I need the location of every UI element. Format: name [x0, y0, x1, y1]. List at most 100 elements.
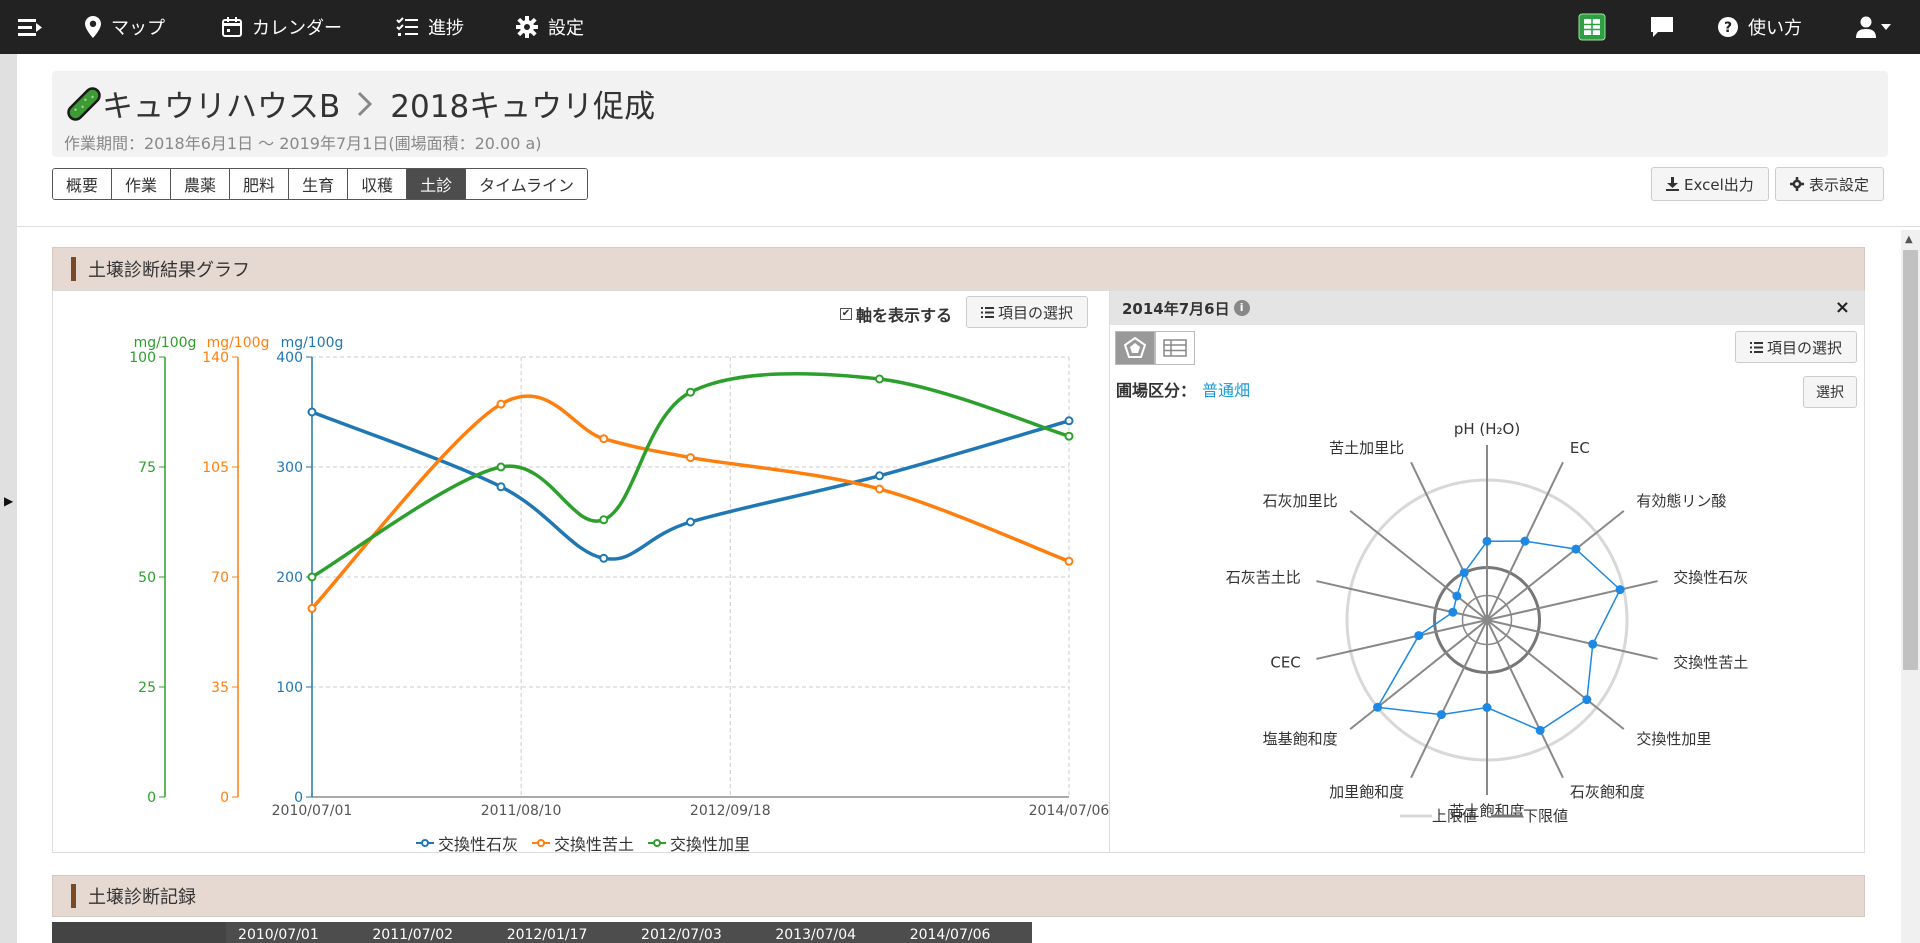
user-icon [1856, 16, 1876, 38]
legend-marker-blue [416, 839, 434, 847]
records-col-3[interactable]: 2012/07/03 [629, 922, 763, 943]
radar-value-point [1571, 544, 1581, 554]
series-point-0 [1064, 416, 1074, 426]
records-col-2[interactable]: 2012/01/17 [495, 922, 629, 943]
series-point-2 [599, 515, 609, 525]
nav-calendar[interactable]: カレンダー [222, 0, 342, 54]
y-tick-label: 70 [211, 570, 229, 586]
user-menu-button[interactable] [1856, 0, 1892, 54]
series-point-0 [496, 482, 506, 492]
y-tick-label: 400 [276, 350, 303, 366]
tab-work[interactable]: 作業 [112, 169, 172, 199]
show-axis-label: 軸を表示する [856, 306, 953, 325]
series-point-1 [1064, 556, 1074, 566]
tab-harvest[interactable]: 収穫 [348, 169, 408, 199]
info-icon[interactable]: i [1233, 300, 1250, 316]
radar-axis-label: 交換性石灰 [1673, 568, 1748, 586]
radar-chart-icon [1124, 337, 1146, 358]
chevron-right-icon [358, 91, 373, 116]
legend-marker-orange [532, 839, 551, 847]
menu-toggle-button[interactable] [18, 0, 52, 54]
excel-export-label: Excel出力 [1684, 175, 1754, 194]
series-point-2 [686, 387, 695, 397]
y-tick-label: 100 [276, 680, 303, 696]
radar-select-items-label: 項目の選択 [1767, 338, 1843, 357]
records-section-title: 土壌診断記録 [88, 887, 196, 908]
legend-label-magnesium: 交換性苦土 [554, 835, 635, 854]
series-point-1 [686, 453, 695, 463]
tab-pesticide[interactable]: 農薬 [171, 169, 231, 199]
spreadsheet-button[interactable] [1578, 0, 1606, 54]
y-tick-label: 0 [294, 790, 303, 806]
records-col-4[interactable]: 2013/07/04 [763, 922, 897, 943]
records-col-1[interactable]: 2011/07/02 [360, 922, 494, 943]
house-name[interactable]: キュウリハウスB [102, 81, 340, 126]
radar-axis-label: 交換性加里 [1636, 730, 1711, 748]
radar-legend: 上限値 下限値 [1400, 805, 1582, 826]
x-tick-label: 2010/07/01 [272, 803, 353, 819]
y-axis-unit: mg/100g [281, 335, 344, 351]
table-view-button[interactable] [1155, 331, 1195, 365]
tab-fertilizer[interactable]: 肥料 [230, 169, 290, 199]
radar-value-point [1373, 702, 1383, 712]
scroll-up-icon[interactable]: ▲ [1905, 234, 1913, 245]
legend-item-lower-limit[interactable]: 下限値 [1491, 805, 1568, 826]
graph-section-header: 土壌診断結果グラフ [52, 247, 1865, 291]
header-divider [17, 226, 1920, 227]
series-point-1 [874, 484, 884, 494]
tab-overview[interactable]: 概要 [53, 169, 113, 199]
records-col-5[interactable]: 2014/07/06 [898, 922, 1032, 943]
records-col-0[interactable]: 2010/07/01 [226, 922, 360, 943]
series-point-0 [874, 471, 884, 481]
display-settings-button[interactable]: 表示設定 [1775, 167, 1885, 201]
radar-value-point [1482, 703, 1492, 712]
radar-axis-label: 塩基飽和度 [1263, 730, 1338, 748]
radar-axis-label: 石灰加里比 [1263, 492, 1338, 510]
legend-item-magnesium[interactable]: 交換性苦土 [532, 831, 634, 855]
legend-item-upper-limit[interactable]: 上限値 [1400, 805, 1477, 826]
tab-growth[interactable]: 生育 [289, 169, 349, 199]
y-tick-label: 300 [276, 460, 303, 476]
radar-view-button[interactable] [1115, 331, 1155, 365]
nav-calendar-label: カレンダー [252, 18, 342, 39]
section-accent-bar [71, 257, 76, 281]
help-icon: ? [1718, 17, 1738, 37]
gear-icon [1790, 177, 1804, 191]
select-items-button[interactable]: 項目の選択 [966, 296, 1089, 328]
series-point-2 [307, 572, 317, 582]
radar-axis-label: 石灰苦土比 [1226, 568, 1301, 586]
y-tick-label: 25 [138, 680, 156, 696]
nav-map[interactable]: マップ [85, 0, 165, 54]
chat-button[interactable] [1650, 0, 1674, 54]
y-axis-unit: mg/100g [207, 335, 270, 351]
show-axis-checkbox[interactable]: ✔ 軸を表示する [840, 302, 952, 326]
tab-timeline[interactable]: タイムライン [466, 169, 587, 199]
y-tick-label: 0 [147, 790, 156, 806]
page-scrollbar-thumb[interactable] [1903, 250, 1918, 670]
series-line-0 [311, 410, 1070, 561]
y-tick-label: 100 [129, 350, 156, 366]
legend-item-potassium[interactable]: 交換性加里 [648, 831, 750, 855]
legend-label-potassium: 交換性加里 [670, 835, 751, 854]
radar-select-items-button[interactable]: 項目の選択 [1735, 331, 1858, 363]
radar-axis-label: 苦土加里比 [1329, 439, 1404, 457]
x-tick-label: 2014/07/06 [1029, 803, 1109, 819]
nav-settings[interactable]: 設定 [516, 0, 584, 54]
legend-item-calcium[interactable]: 交換性石灰 [416, 831, 518, 855]
legend-label-calcium: 交換性石灰 [438, 835, 519, 854]
series-point-2 [496, 462, 506, 472]
expand-sidebar-icon[interactable]: ▶ [4, 494, 13, 508]
tab-soil-diagnosis[interactable]: 土診 [407, 169, 467, 199]
close-icon[interactable]: × [1835, 297, 1850, 318]
radar-value-point [1582, 695, 1592, 705]
map-pin-icon [85, 16, 101, 38]
display-settings-label: 表示設定 [1809, 175, 1870, 194]
top-navbar: マップ カレンダー 進捗 設定 ? 使い方 [0, 0, 1920, 54]
radar-value-point [1520, 536, 1530, 546]
field-select-button[interactable]: 選択 [1803, 376, 1857, 408]
field-type-link[interactable]: 普通畑 [1202, 381, 1250, 400]
series-point-1 [599, 434, 609, 444]
nav-progress[interactable]: 進捗 [396, 0, 464, 54]
help-button[interactable]: ? 使い方 [1717, 0, 1802, 54]
excel-export-button[interactable]: Excel出力 [1651, 167, 1769, 201]
